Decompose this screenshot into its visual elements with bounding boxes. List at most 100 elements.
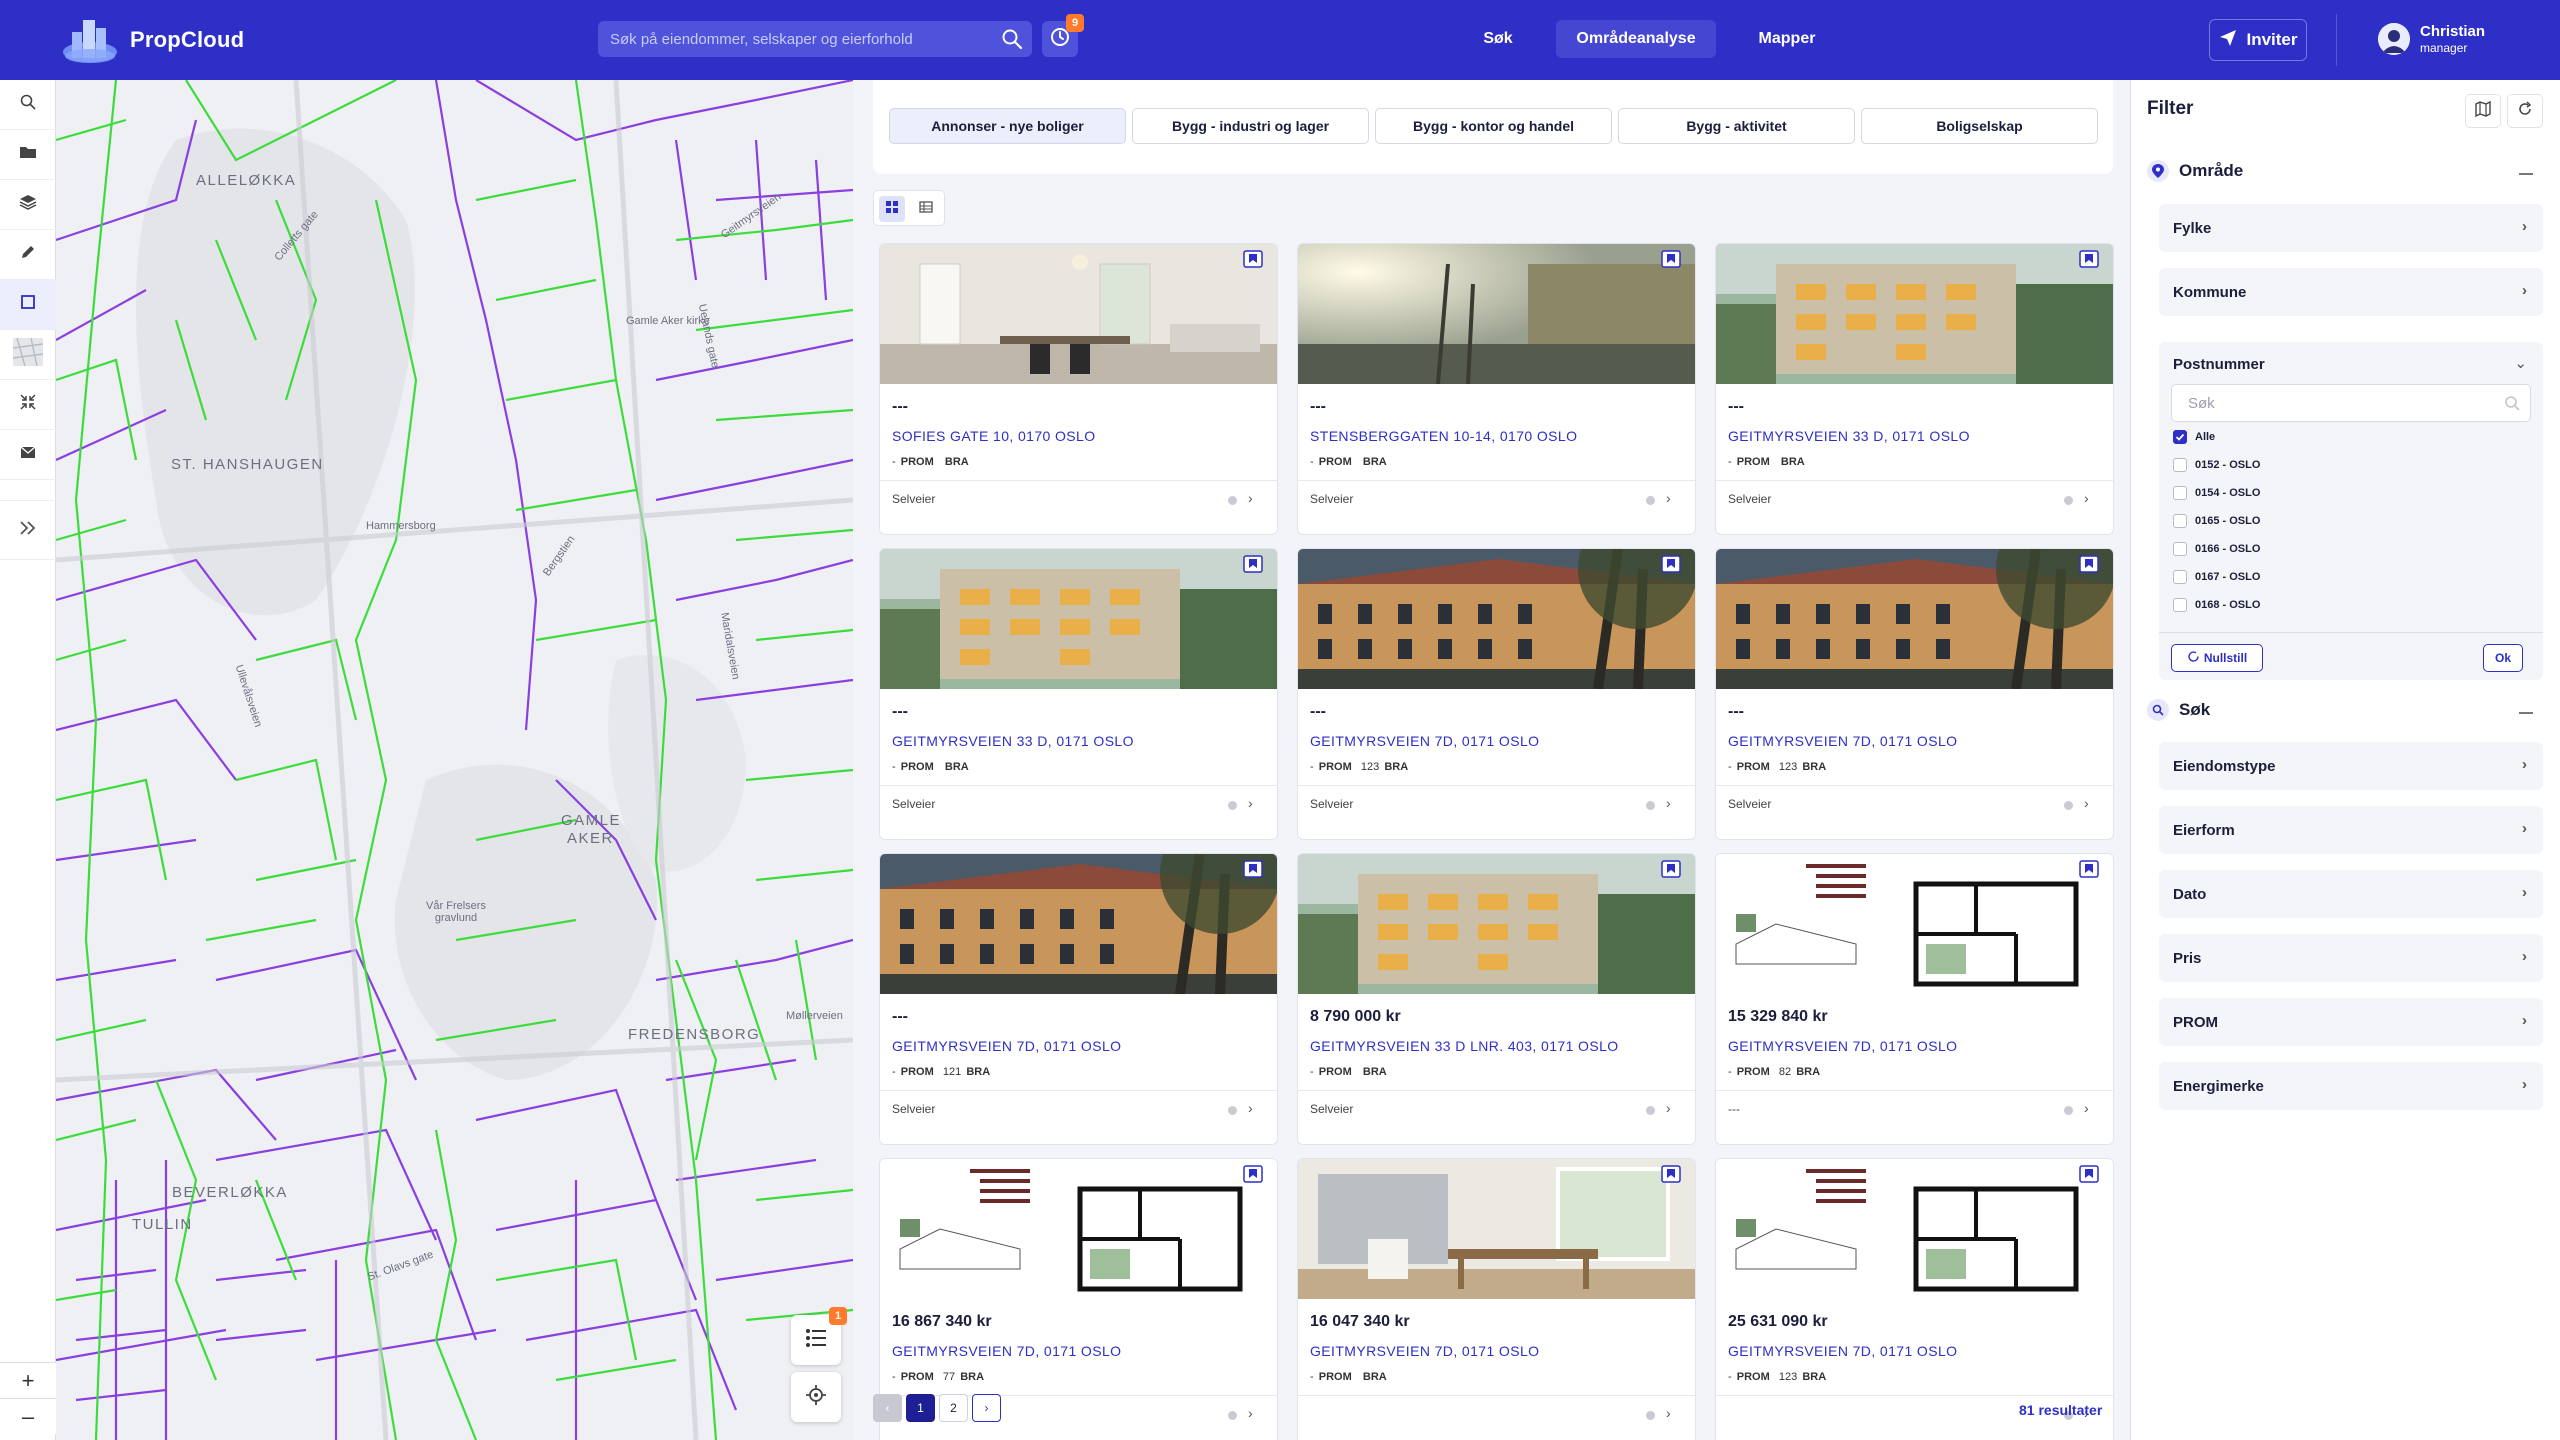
filter-row-kommune[interactable]: Kommune › [2159,268,2543,316]
filter-row[interactable]: Dato › [2159,870,2543,918]
category-tab-industri[interactable]: Bygg - industri og lager [1132,108,1369,144]
next-page-button[interactable]: › [972,1394,1001,1422]
invite-button[interactable]: Inviter [2209,19,2307,61]
history-button[interactable]: 9 [1042,14,1084,57]
listing-card[interactable]: 16 047 340 kr GEITMYRSVEIEN 7D, 0171 OSLO… [1297,1158,1696,1440]
listing-card[interactable]: 8 790 000 kr GEITMYRSVEIEN 33 D LNR. 403,… [1297,853,1696,1145]
collapse-icon[interactable] [2519,712,2533,714]
postnummer-option[interactable]: Alle [2173,430,2215,444]
category-tab-boligselskap[interactable]: Boligselskap [1861,108,2098,144]
listing-address[interactable]: GEITMYRSVEIEN 33 D, 0171 OSLO [892,733,1134,749]
bookmark-icon[interactable] [1661,250,1681,268]
checkbox[interactable] [2173,458,2187,472]
nav-sok[interactable]: Søk [1468,20,1528,58]
zoom-out-button[interactable]: – [0,1398,56,1434]
bookmark-icon[interactable] [1661,555,1681,573]
locate-button[interactable] [791,1372,841,1422]
bookmark-icon[interactable] [2079,250,2099,268]
listing-card[interactable]: --- SOFIES GATE 10, 0170 OSLO - PROM BRA S… [879,243,1278,535]
listing-card[interactable]: 25 631 090 kr GEITMYRSVEIEN 7D, 0171 OSLO… [1715,1158,2114,1440]
chevron-right-icon[interactable]: › [2084,795,2089,811]
rail-layers-button[interactable] [0,180,56,230]
chevron-right-icon[interactable]: › [1248,490,1253,506]
search-icon[interactable] [1000,27,1024,51]
prev-page-button[interactable]: ‹ [873,1394,902,1422]
ok-button[interactable]: Ok [2483,644,2523,672]
rail-expand-button[interactable] [0,500,56,560]
checkbox[interactable] [2173,570,2187,584]
user-menu[interactable]: Christian manager [2378,22,2485,56]
chevron-right-icon[interactable]: › [2084,490,2089,506]
chevron-right-icon[interactable]: › [1248,1100,1253,1116]
map-legend-button[interactable]: 1 [791,1307,847,1365]
listing-address[interactable]: GEITMYRSVEIEN 7D, 0171 OSLO [1728,1038,1957,1054]
filter-row[interactable]: Eierform › [2159,806,2543,854]
bookmark-icon[interactable] [1243,250,1263,268]
listing-card[interactable]: 15 329 840 kr GEITMYRSVEIEN 7D, 0171 OSLO… [1715,853,2114,1145]
rail-folder-button[interactable] [0,130,56,180]
rail-collapse-button[interactable] [0,380,56,430]
rail-map-thumb-button[interactable] [0,330,56,380]
chevron-right-icon[interactable]: › [1666,490,1671,506]
listing-address[interactable]: STENSBERGGATEN 10-14, 0170 OSLO [1310,428,1577,444]
bookmark-icon[interactable] [2079,555,2099,573]
listing-address[interactable]: GEITMYRSVEIEN 7D, 0171 OSLO [1728,1343,1957,1359]
listing-card[interactable]: --- GEITMYRSVEIEN 33 D, 0171 OSLO - PROM … [1715,243,2114,535]
bookmark-icon[interactable] [2079,860,2099,878]
reset-button[interactable]: Nullstill [2171,644,2263,672]
category-tab-aktivitet[interactable]: Bygg - aktivitet [1618,108,1855,144]
category-tab-kontor[interactable]: Bygg - kontor og handel [1375,108,1612,144]
postnummer-option[interactable]: 0167 - OSLO [2173,570,2260,584]
refresh-button[interactable] [2507,94,2543,128]
collapse-icon[interactable] [2519,173,2533,175]
page-1-button[interactable]: 1 [906,1394,935,1422]
checkbox[interactable] [2173,486,2187,500]
section-sok[interactable]: Søk [2147,696,2210,724]
map-toggle-button[interactable] [2465,94,2501,128]
grid-view-button[interactable] [879,196,905,222]
bookmark-icon[interactable] [1243,1165,1263,1183]
chevron-right-icon[interactable]: › [1666,1100,1671,1116]
postnummer-option[interactable]: 0168 - OSLO [2173,598,2260,612]
listing-card[interactable]: --- STENSBERGGATEN 10-14, 0170 OSLO - PRO… [1297,243,1696,535]
global-search-input[interactable]: Søk på eiendommer, selskaper og eierforh… [598,21,1032,57]
zoom-in-button[interactable]: + [0,1362,56,1398]
bookmark-icon[interactable] [1243,860,1263,878]
chevron-right-icon[interactable]: › [1248,795,1253,811]
postnummer-option[interactable]: 0152 - OSLO [2173,458,2260,472]
listing-card[interactable]: --- GEITMYRSVEIEN 7D, 0171 OSLO - PROM 12… [1297,548,1696,840]
listing-address[interactable]: SOFIES GATE 10, 0170 OSLO [892,428,1096,444]
listing-address[interactable]: GEITMYRSVEIEN 7D, 0171 OSLO [1728,733,1957,749]
filter-row[interactable]: PROM › [2159,998,2543,1046]
bookmark-icon[interactable] [2079,1165,2099,1183]
bookmark-icon[interactable] [1661,860,1681,878]
listing-card[interactable]: --- GEITMYRSVEIEN 7D, 0171 OSLO - PROM 12… [1715,548,2114,840]
checkbox[interactable] [2173,542,2187,556]
listing-card[interactable]: --- GEITMYRSVEIEN 33 D, 0171 OSLO - PROM … [879,548,1278,840]
checkbox[interactable] [2173,430,2187,444]
chevron-right-icon[interactable]: › [2084,1100,2089,1116]
page-2-button[interactable]: 2 [939,1394,968,1422]
postnummer-option[interactable]: 0165 - OSLO [2173,514,2260,528]
filter-row[interactable]: Pris › [2159,934,2543,982]
listing-card[interactable]: --- GEITMYRSVEIEN 7D, 0171 OSLO - PROM 12… [879,853,1278,1145]
nav-omradeanalyse[interactable]: Områdeanalyse [1556,20,1716,58]
postnummer-option[interactable]: 0154 - OSLO [2173,486,2260,500]
chevron-right-icon[interactable]: › [1666,1405,1671,1421]
postnummer-search-input[interactable]: Søk [2171,384,2531,422]
checkbox[interactable] [2173,598,2187,612]
listing-address[interactable]: GEITMYRSVEIEN 7D, 0171 OSLO [892,1343,1121,1359]
listing-address[interactable]: GEITMYRSVEIEN 33 D, 0171 OSLO [1728,428,1970,444]
rail-area-button[interactable] [0,280,56,330]
map-view[interactable]: ALLELØKKA ST. HANSHAUGEN GAMLE AKER Vår … [56,80,853,1440]
checkbox[interactable] [2173,514,2187,528]
listing-address[interactable]: GEITMYRSVEIEN 7D, 0171 OSLO [1310,733,1539,749]
chevron-right-icon[interactable]: › [1666,795,1671,811]
postnummer-option[interactable]: 0166 - OSLO [2173,542,2260,556]
listing-address[interactable]: GEITMYRSVEIEN 7D, 0171 OSLO [892,1038,1121,1054]
category-tab-annonser[interactable]: Annonser - nye boliger [889,108,1126,144]
listing-address[interactable]: GEITMYRSVEIEN 7D, 0171 OSLO [1310,1343,1539,1359]
filter-row-fylke[interactable]: Fylke › [2159,204,2543,252]
nav-mapper[interactable]: Mapper [1742,20,1832,58]
bookmark-icon[interactable] [1243,555,1263,573]
